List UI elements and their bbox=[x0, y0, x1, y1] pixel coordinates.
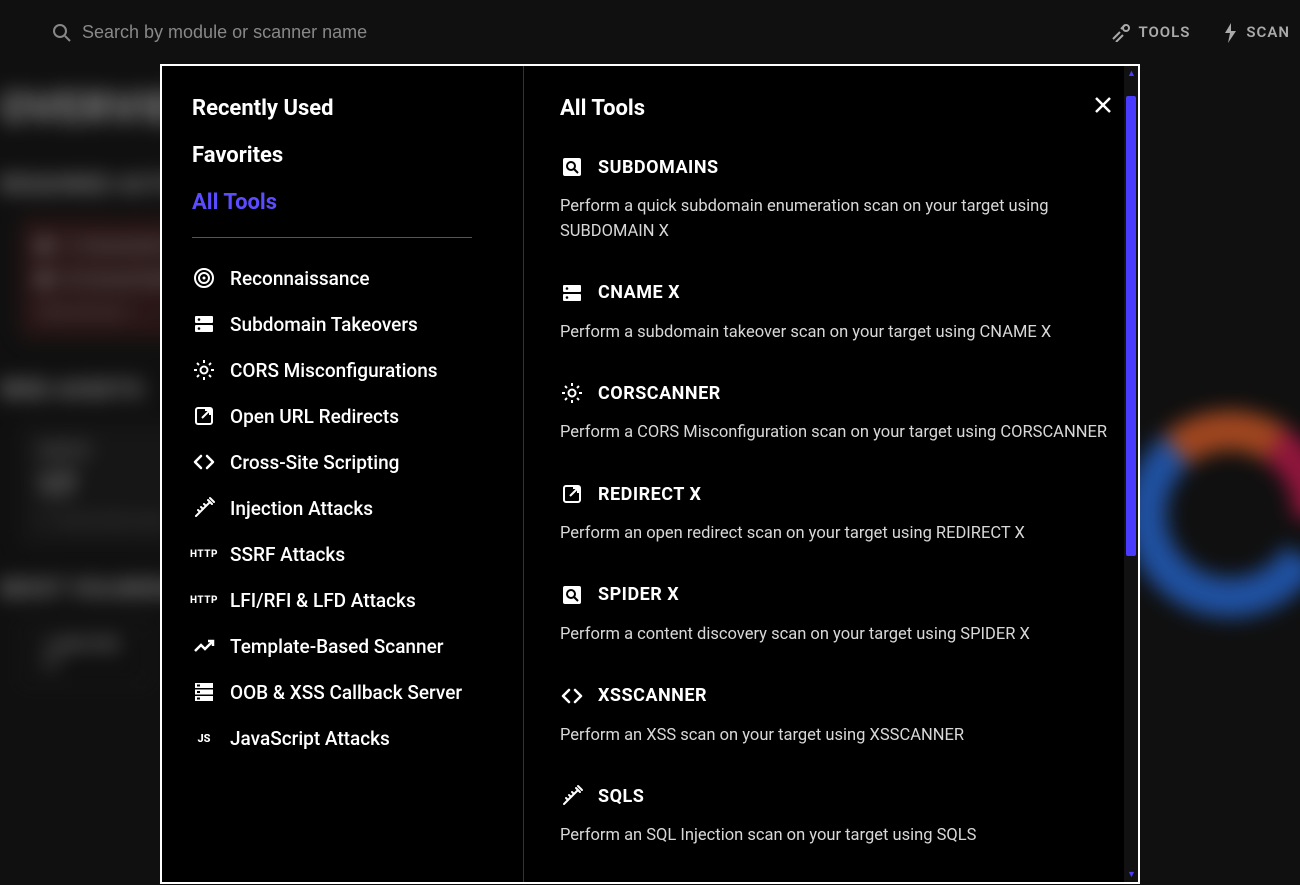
close-button[interactable] bbox=[1092, 94, 1114, 116]
scrollbar[interactable]: ▲ ▼ bbox=[1124, 66, 1138, 882]
category-cross-site-scripting[interactable]: Cross-Site Scripting bbox=[192, 450, 523, 474]
divider bbox=[192, 237, 472, 238]
category-template-based-scanner[interactable]: Template-Based Scanner bbox=[192, 634, 523, 658]
modal-sidebar: Recently Used Favorites All Tools Reconn… bbox=[162, 66, 524, 882]
topbar: TOOLS SCAN bbox=[0, 0, 1300, 64]
open-icon bbox=[192, 404, 216, 428]
modal-overlay: Recently Used Favorites All Tools Reconn… bbox=[0, 64, 1300, 885]
category-label: Subdomain Takeovers bbox=[230, 313, 418, 336]
search-icon bbox=[50, 21, 72, 43]
code-icon bbox=[560, 684, 584, 708]
pageview-icon bbox=[560, 155, 584, 179]
tools-label: TOOLS bbox=[1138, 23, 1190, 41]
tools-button[interactable]: TOOLS bbox=[1110, 22, 1190, 42]
tool-name: XSSCANNER bbox=[598, 685, 707, 706]
tool-description: Perform a CORS Misconfiguration scan on … bbox=[560, 421, 1110, 446]
category-label: Reconnaissance bbox=[230, 267, 370, 290]
category-javascript-attacks[interactable]: JS JavaScript Attacks bbox=[192, 726, 523, 750]
tool-name: CORSCANNER bbox=[598, 383, 721, 404]
close-icon bbox=[1092, 94, 1114, 116]
tool-name: SUBDOMAINS bbox=[598, 157, 719, 178]
tool-description: Perform a content discovery scan on your… bbox=[560, 623, 1110, 648]
tool-description: Perform a quick subdomain enumeration sc… bbox=[560, 195, 1110, 245]
category-label: Injection Attacks bbox=[230, 497, 373, 520]
scroll-down-icon: ▼ bbox=[1127, 869, 1136, 880]
nav-favorites[interactable]: Favorites bbox=[192, 143, 523, 168]
category-oob-xss-callback-server[interactable]: OOB & XSS Callback Server bbox=[192, 680, 523, 704]
category-label: LFI/RFI & LFD Attacks bbox=[230, 589, 416, 612]
tool-redirect-x[interactable]: REDIRECT X Perform an open redirect scan … bbox=[560, 482, 1110, 547]
category-label: SSRF Attacks bbox=[230, 543, 345, 566]
dns-icon bbox=[192, 312, 216, 336]
modal-content: All Tools SUBDOMAINS Perform a quick subd… bbox=[524, 66, 1138, 882]
scroll-up-icon: ▲ bbox=[1127, 68, 1136, 79]
category-subdomain-takeovers[interactable]: Subdomain Takeovers bbox=[192, 312, 523, 336]
dns-icon bbox=[560, 281, 584, 305]
category-label: Open URL Redirects bbox=[230, 405, 399, 428]
tool-description: Perform a subdomain takeover scan on you… bbox=[560, 321, 1110, 346]
gear-icon bbox=[560, 381, 584, 405]
tool-name: REDIRECT X bbox=[598, 484, 701, 505]
category-injection-attacks[interactable]: Injection Attacks bbox=[192, 496, 523, 520]
syringe-icon bbox=[560, 784, 584, 808]
category-cors-misconfigurations[interactable]: CORS Misconfigurations bbox=[192, 358, 523, 382]
scrollbar-thumb[interactable] bbox=[1126, 96, 1136, 556]
tool-name: SQLS bbox=[598, 786, 644, 807]
storage-icon bbox=[192, 680, 216, 704]
tool-description: Perform an SQL Injection scan on your ta… bbox=[560, 824, 1110, 849]
category-lfi-rfi-lfd-attacks[interactable]: HTTP LFI/RFI & LFD Attacks bbox=[192, 588, 523, 612]
tool-subdomains[interactable]: SUBDOMAINS Perform a quick subdomain enum… bbox=[560, 155, 1110, 245]
tool-name: CNAME X bbox=[598, 282, 680, 303]
tool-corscanner[interactable]: CORSCANNER Perform a CORS Misconfiguratio… bbox=[560, 381, 1110, 446]
open-icon bbox=[560, 482, 584, 506]
http-icon: HTTP bbox=[192, 542, 216, 566]
target-icon bbox=[192, 266, 216, 290]
tools-modal: Recently Used Favorites All Tools Reconn… bbox=[160, 64, 1140, 884]
top-actions: TOOLS SCAN bbox=[1110, 21, 1290, 43]
category-label: OOB & XSS Callback Server bbox=[230, 681, 462, 704]
category-label: Template-Based Scanner bbox=[230, 635, 443, 658]
tool-sqls[interactable]: SQLS Perform an SQL Injection scan on you… bbox=[560, 784, 1110, 849]
category-ssrf-attacks[interactable]: HTTP SSRF Attacks bbox=[192, 542, 523, 566]
tool-description: Perform an XSS scan on your target using… bbox=[560, 724, 1110, 749]
syringe-icon bbox=[192, 496, 216, 520]
scan-button[interactable]: SCAN bbox=[1220, 21, 1290, 43]
search-input[interactable] bbox=[82, 22, 582, 43]
chart-icon bbox=[192, 634, 216, 658]
tool-name: SPIDER X bbox=[598, 584, 679, 605]
category-reconnaissance[interactable]: Reconnaissance bbox=[192, 266, 523, 290]
tool-spider-x[interactable]: SPIDER X Perform a content discovery scan… bbox=[560, 583, 1110, 648]
nav-recently-used[interactable]: Recently Used bbox=[192, 96, 523, 121]
bolt-icon bbox=[1220, 21, 1238, 43]
gear-icon bbox=[192, 358, 216, 382]
tool-description: Perform an open redirect scan on your ta… bbox=[560, 522, 1110, 547]
category-label: CORS Misconfigurations bbox=[230, 359, 438, 382]
nav-all-tools[interactable]: All Tools bbox=[192, 190, 523, 215]
modal-title: All Tools bbox=[560, 96, 1110, 121]
search-wrap bbox=[50, 21, 1110, 43]
tool-xsscanner[interactable]: XSSCANNER Perform an XSS scan on your tar… bbox=[560, 684, 1110, 749]
js-icon: JS bbox=[192, 726, 216, 750]
category-label: Cross-Site Scripting bbox=[230, 451, 399, 474]
scan-label: SCAN bbox=[1246, 23, 1290, 41]
category-open-url-redirects[interactable]: Open URL Redirects bbox=[192, 404, 523, 428]
tools-icon bbox=[1110, 22, 1130, 42]
category-label: JavaScript Attacks bbox=[230, 727, 390, 750]
http-icon: HTTP bbox=[192, 588, 216, 612]
code-icon bbox=[192, 450, 216, 474]
pageview-icon bbox=[560, 583, 584, 607]
tool-cname-x[interactable]: CNAME X Perform a subdomain takeover scan… bbox=[560, 281, 1110, 346]
